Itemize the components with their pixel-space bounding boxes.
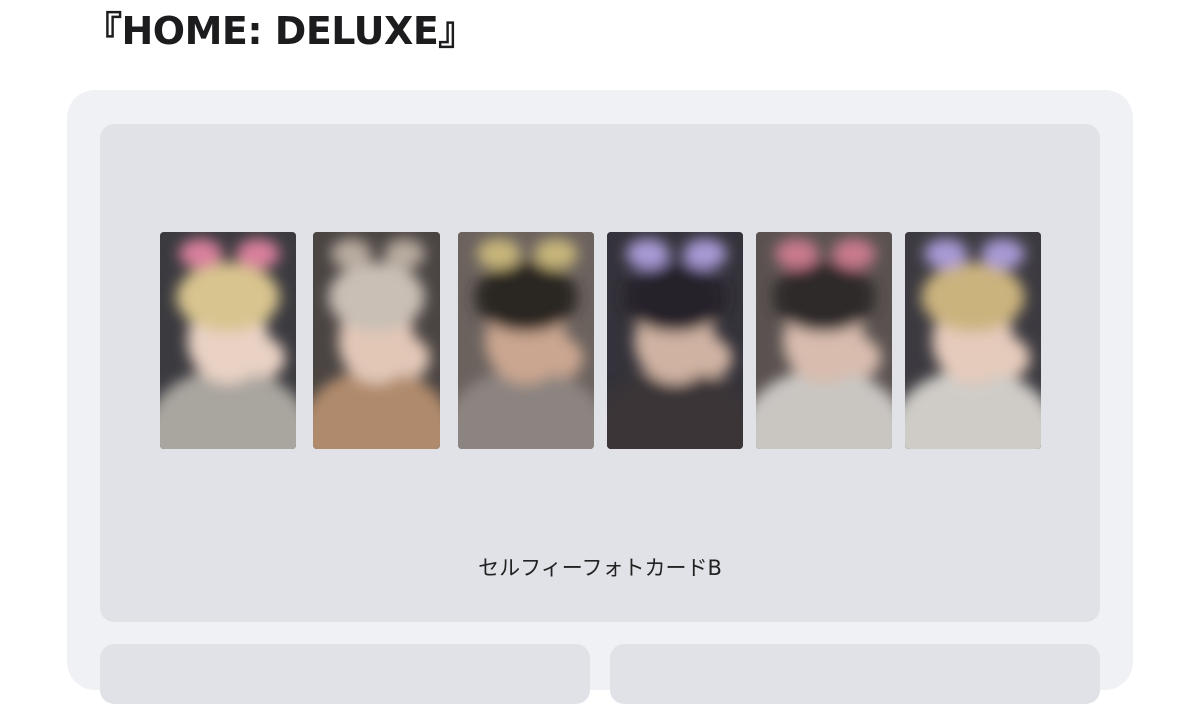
sub-card-left [100,644,590,704]
photocard-gallery-card: セルフィーフォトカードB [100,124,1100,622]
item-caption: セルフィーフォトカードB [478,556,722,580]
photocard-5[interactable] [756,232,892,449]
photocard-4[interactable] [607,232,743,449]
sub-card-right [610,644,1100,704]
photocard-5-image [756,232,892,449]
photocard-1[interactable] [160,232,296,449]
photocard-3-image [458,232,594,449]
photocard-2[interactable] [313,232,440,449]
photocard-1-image [160,232,296,449]
photocard-6[interactable] [905,232,1041,449]
photocard-4-image [607,232,743,449]
photocard-3[interactable] [458,232,594,449]
photocard-2-image [313,232,440,449]
page-title: 『HOME: DELUXE』 [84,9,476,53]
photocard-6-image [905,232,1041,449]
photocard-row [160,232,1041,450]
